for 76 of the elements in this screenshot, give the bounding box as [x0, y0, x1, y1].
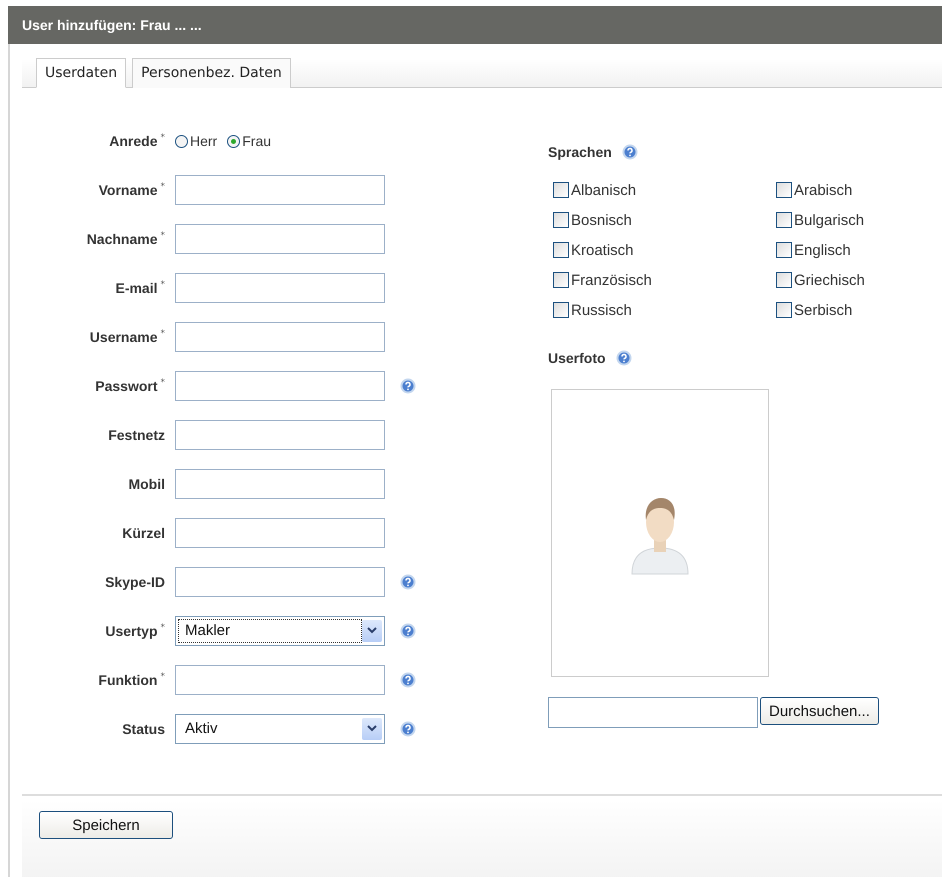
- required-mark: *: [160, 622, 165, 632]
- field-label: Username: [90, 328, 158, 344]
- text-field[interactable]: [175, 518, 385, 548]
- field-label: Mobil: [128, 476, 165, 492]
- text-field[interactable]: [175, 224, 385, 254]
- checkbox-label: Französisch: [571, 272, 652, 288]
- required-mark: *: [160, 182, 165, 192]
- section-title: Sprachen: [548, 144, 612, 160]
- checkbox-label: Kroatisch: [571, 242, 634, 258]
- required-mark: *: [160, 378, 165, 388]
- field-label: Skype-ID: [105, 574, 165, 590]
- section-title: Userfoto: [548, 350, 606, 366]
- field-label: E-mail: [115, 280, 158, 296]
- text-field[interactable]: [175, 664, 385, 694]
- checkbox[interactable]: [776, 272, 792, 288]
- radio-option[interactable]: Frau: [227, 133, 272, 149]
- file-path-field[interactable]: [548, 697, 758, 728]
- caret-icon: [367, 725, 377, 732]
- checkbox[interactable]: [776, 302, 792, 318]
- checkbox[interactable]: [776, 182, 792, 198]
- radio-label: Herr: [190, 133, 218, 149]
- checkbox[interactable]: [776, 242, 792, 258]
- checkbox[interactable]: [553, 272, 569, 288]
- text-field[interactable]: [175, 272, 385, 302]
- required-mark: *: [160, 133, 165, 143]
- field-label: Funktion: [98, 672, 158, 688]
- text-field[interactable]: [175, 420, 385, 450]
- checkbox[interactable]: [553, 182, 569, 198]
- text-field[interactable]: [175, 174, 385, 204]
- text-field[interactable]: [175, 566, 385, 596]
- help-icon[interactable]: [622, 144, 638, 160]
- save-button[interactable]: Speichern: [39, 811, 173, 839]
- field-label: Festnetz: [108, 426, 165, 442]
- radio-button[interactable]: [227, 134, 240, 148]
- checkbox-label: Bosnisch: [571, 212, 632, 228]
- field-label: Usertyp: [105, 622, 158, 638]
- radio-label: Frau: [242, 133, 272, 149]
- window-title: User hinzufügen: Frau ... ...: [8, 6, 942, 44]
- checkbox-label: Griechisch: [794, 272, 865, 288]
- tab[interactable]: Userdaten: [36, 58, 126, 88]
- tab[interactable]: Personenbez. Daten: [132, 58, 291, 88]
- checkbox-label: Albanisch: [571, 182, 636, 198]
- field-label: Status: [122, 720, 165, 736]
- checkbox[interactable]: [553, 242, 569, 258]
- checkbox-label: Serbisch: [794, 302, 852, 318]
- help-icon[interactable]: [616, 350, 632, 366]
- text-field[interactable]: [175, 370, 385, 400]
- help-icon[interactable]: [400, 672, 416, 688]
- select-field[interactable]: Aktiv: [175, 714, 385, 744]
- checkbox[interactable]: [776, 212, 792, 228]
- checkbox[interactable]: [553, 302, 569, 318]
- required-mark: *: [160, 328, 165, 338]
- select-field[interactable]: Makler: [175, 616, 385, 646]
- checkbox-label: Englisch: [794, 242, 851, 258]
- field-label: Vorname: [98, 182, 158, 198]
- checkbox-label: Bulgarisch: [794, 212, 864, 228]
- caret-icon: [367, 627, 377, 634]
- help-icon[interactable]: [400, 378, 416, 394]
- required-mark: *: [160, 672, 165, 682]
- radio-button[interactable]: [175, 134, 188, 148]
- checkbox-label: Arabisch: [794, 182, 852, 198]
- help-icon[interactable]: [400, 720, 416, 736]
- browse-button[interactable]: Durchsuchen...: [760, 697, 879, 725]
- checkbox[interactable]: [553, 212, 569, 228]
- help-icon[interactable]: [400, 622, 416, 638]
- field-label: Passwort: [95, 378, 158, 394]
- text-field[interactable]: [175, 322, 385, 352]
- required-mark: *: [160, 230, 165, 240]
- help-icon[interactable]: [400, 574, 416, 590]
- checkbox-label: Russisch: [571, 302, 632, 318]
- field-label: Kürzel: [122, 524, 165, 540]
- radio-option[interactable]: Herr: [175, 133, 218, 149]
- required-mark: *: [160, 280, 165, 290]
- field-label: Anrede: [109, 133, 158, 149]
- text-field[interactable]: [175, 468, 385, 498]
- field-label: Nachname: [86, 230, 158, 246]
